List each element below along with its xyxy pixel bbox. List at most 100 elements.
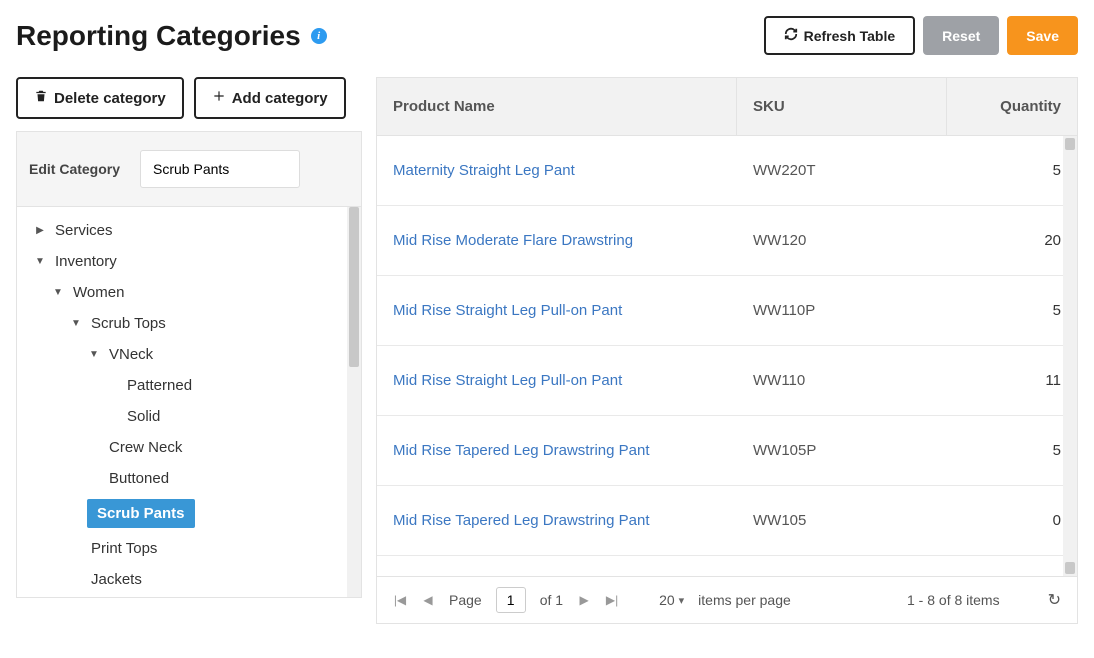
tree-item-crew-neck[interactable]: Crew Neck (23, 432, 361, 463)
tree-item-scrub-pants[interactable]: Scrub Pants (23, 494, 361, 533)
tree-item-women[interactable]: ▼ Women (23, 277, 361, 308)
tree-item-label: Scrub Tops (87, 313, 170, 334)
page-input[interactable] (496, 587, 526, 613)
caret-none (89, 474, 99, 484)
product-name-link[interactable]: Mid Rise Tapered Leg Drawstring Pant (377, 416, 737, 485)
caret-none (71, 544, 81, 554)
category-tree: ▶ Services ▼ Inventory ▼ Women ▼ Scrub Tops ▼ VNe… (17, 207, 361, 597)
page-first-icon[interactable]: |◀ (393, 593, 407, 607)
col-sku[interactable]: SKU (737, 78, 947, 135)
items-per-page-label: items per page (698, 592, 791, 608)
save-label: Save (1026, 28, 1059, 44)
tree-item-label: Jackets (87, 569, 146, 590)
edit-category-input[interactable] (140, 150, 300, 188)
product-sku: WW120 (737, 206, 947, 275)
tree-item-label: Print Tops (87, 538, 161, 559)
add-category-label: Add category (232, 90, 328, 107)
tree-item-vneck[interactable]: ▼ VNeck (23, 339, 361, 370)
tree-item-solid[interactable]: Solid (23, 401, 361, 432)
page-prev-icon[interactable]: ◀ (421, 593, 435, 607)
page-size-value: 20 (659, 592, 675, 608)
product-sku: WW105 (737, 486, 947, 555)
product-name-link[interactable]: Maternity Straight Leg Pant (377, 136, 737, 205)
tree-scrollbar[interactable] (347, 207, 361, 597)
product-qty: 5 (947, 416, 1077, 485)
caret-down-icon[interactable]: ▼ (53, 288, 63, 298)
page-next-icon[interactable]: ▶ (577, 593, 591, 607)
product-name-link[interactable]: Mid Rise Moderate Flare Drawstring (377, 206, 737, 275)
grid-scroll-up-icon[interactable] (1065, 138, 1075, 150)
tree-item-scrub-dresses[interactable]: Scrub Dresses (23, 595, 361, 597)
page-of: of 1 (540, 592, 563, 608)
tree-item-label: Scrub Pants (87, 499, 195, 528)
page-size-select[interactable]: 20 ▾ (659, 592, 684, 608)
tree-item-jackets[interactable]: Jackets (23, 564, 361, 595)
reload-icon[interactable]: ↻ (1048, 590, 1061, 610)
tree-item-inventory[interactable]: ▼ Inventory (23, 246, 361, 277)
table-row: Mid Rise Straight Leg Pull-on PantWW1101… (377, 346, 1077, 416)
product-qty: 5 (947, 276, 1077, 345)
refresh-icon (784, 27, 798, 44)
caret-none (107, 381, 117, 391)
page-label: Page (449, 592, 482, 608)
add-category-button[interactable]: Add category (194, 77, 346, 119)
page-last-icon[interactable]: ▶| (605, 593, 619, 607)
product-qty: 5 (947, 136, 1077, 205)
left-panel: Edit Category ▶Services▼Inventory▼Women▼… (16, 131, 362, 598)
caret-none (89, 443, 99, 453)
caret-none (107, 412, 117, 422)
product-qty: 11 (947, 346, 1077, 415)
tree-item-print-tops[interactable]: Print Tops (23, 533, 361, 564)
refresh-table-button[interactable]: Refresh Table (764, 16, 916, 55)
product-grid: Product Name SKU Quantity Maternity Stra… (376, 77, 1078, 624)
product-name-link[interactable]: Mid Rise Tapered Leg Drawstring Pant (377, 486, 737, 555)
tree-item-label: Crew Neck (105, 437, 186, 458)
caret-none (71, 575, 81, 585)
table-row: Maternity Straight Leg PantWW220T5 (377, 136, 1077, 206)
delete-category-label: Delete category (54, 90, 166, 107)
delete-category-button[interactable]: Delete category (16, 77, 184, 119)
grid-scroll-down-icon[interactable] (1065, 562, 1075, 574)
tree-scroll-thumb[interactable] (349, 207, 359, 367)
tree-item-label: Inventory (51, 251, 121, 272)
edit-category-row: Edit Category (17, 132, 361, 207)
save-button[interactable]: Save (1007, 16, 1078, 55)
pager: |◀ ◀ Page of 1 ▶ ▶| 20 ▾ items per page … (377, 576, 1077, 623)
caret-right-icon[interactable]: ▶ (35, 226, 45, 236)
reset-button[interactable]: Reset (923, 16, 999, 55)
col-quantity[interactable]: Quantity (947, 78, 1077, 135)
grid-scrollbar[interactable] (1063, 136, 1077, 576)
tree-item-label: Services (51, 220, 117, 241)
col-product-name[interactable]: Product Name (377, 78, 737, 135)
page-title-text: Reporting Categories (16, 20, 301, 52)
product-qty: 0 (947, 486, 1077, 555)
chevron-down-icon: ▾ (679, 594, 685, 607)
page-title: Reporting Categories i (16, 20, 327, 52)
tree-item-scrub-tops[interactable]: ▼ Scrub Tops (23, 308, 361, 339)
table-row: Mid Rise Moderate Flare DrawstringWW1202… (377, 206, 1077, 276)
product-name-link[interactable]: Mid Rise Straight Leg Pull-on Pant (377, 276, 737, 345)
tree-item-label: Patterned (123, 375, 196, 396)
trash-icon (34, 89, 48, 107)
plus-icon (212, 89, 226, 107)
tree-item-label: Solid (123, 406, 164, 427)
caret-down-icon[interactable]: ▼ (35, 257, 45, 267)
info-icon[interactable]: i (311, 28, 327, 44)
tree-item-label: Women (69, 282, 128, 303)
tree-item-services[interactable]: ▶ Services (23, 215, 361, 246)
pager-summary: 1 - 8 of 8 items (907, 592, 1000, 608)
caret-none (71, 509, 81, 519)
tree-item-patterned[interactable]: Patterned (23, 370, 361, 401)
grid-header: Product Name SKU Quantity (377, 78, 1077, 136)
edit-category-label: Edit Category (29, 161, 120, 177)
product-sku: WW220T (737, 136, 947, 205)
tree-item-label: VNeck (105, 344, 157, 365)
reset-label: Reset (942, 28, 980, 44)
caret-down-icon[interactable]: ▼ (89, 350, 99, 360)
caret-down-icon[interactable]: ▼ (71, 319, 81, 329)
tree-item-buttoned[interactable]: Buttoned (23, 463, 361, 494)
table-row: Mid Rise Straight Leg Pull-on PantWW110P… (377, 276, 1077, 346)
table-row: Mid Rise Tapered Leg Drawstring PantWW10… (377, 486, 1077, 556)
product-name-link[interactable]: Mid Rise Straight Leg Pull-on Pant (377, 346, 737, 415)
table-row: Mid Rise Tapered Leg Drawstring PantWW10… (377, 416, 1077, 486)
